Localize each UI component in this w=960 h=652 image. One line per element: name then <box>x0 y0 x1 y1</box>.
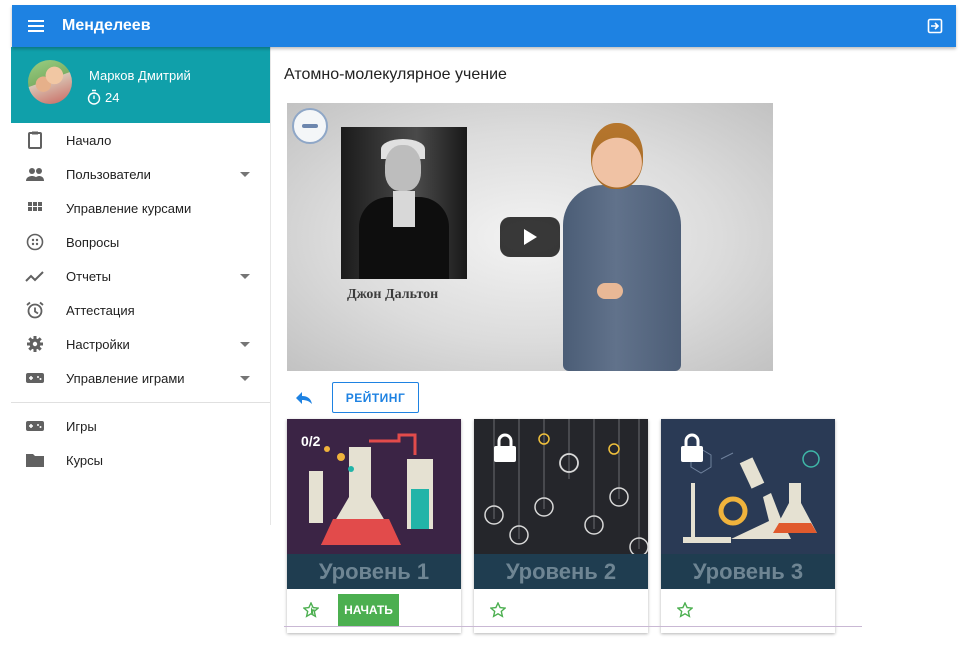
nav-item-course-management[interactable]: Управление курсами <box>11 191 270 225</box>
star-icon[interactable] <box>677 602 693 618</box>
avatar[interactable] <box>28 60 72 104</box>
nav-item-label: Игры <box>66 418 97 434</box>
score-value: 24 <box>105 89 120 105</box>
nav-item-questions[interactable]: Вопросы <box>11 225 270 259</box>
chevron-down-icon[interactable] <box>240 274 250 279</box>
nav-item-label: Управление курсами <box>66 200 192 216</box>
content-divider <box>284 626 862 627</box>
star-icon[interactable] <box>303 602 319 618</box>
nav-item-label: Настройки <box>66 336 130 352</box>
nav-item-courses[interactable]: Курсы <box>11 443 270 477</box>
nav-item-label: Отчеты <box>66 268 111 284</box>
play-icon[interactable] <box>500 217 560 257</box>
channel-logo <box>292 108 328 144</box>
gamepad-icon <box>26 373 44 383</box>
nav-item-game-management[interactable]: Управление играми <box>11 361 270 395</box>
level-card-3[interactable]: Уровень 3 <box>661 419 835 633</box>
menu-icon[interactable] <box>28 20 44 32</box>
chevron-down-icon[interactable] <box>240 376 250 381</box>
main-content: Атомно-молекулярное учение Джон Дальтон … <box>271 47 960 652</box>
level-title: Уровень 2 <box>474 554 648 589</box>
rating-button[interactable]: РЕЙТИНГ <box>332 382 419 413</box>
page-title: Атомно-молекулярное учение <box>284 66 507 83</box>
level-title: Уровень 3 <box>661 554 835 589</box>
profile-panel: Марков Дмитрий 24 <box>11 47 270 123</box>
sidebar: Марков Дмитрий 24 Начало Пользователи Уп… <box>11 47 271 525</box>
video-caption: Джон Дальтон <box>347 287 439 302</box>
user-score: 24 <box>87 89 119 105</box>
video-player[interactable]: Джон Дальтон <box>287 103 773 371</box>
nav-item-label: Начало <box>66 132 112 148</box>
trending-icon <box>25 271 44 282</box>
nav-item-label: Курсы <box>66 452 104 468</box>
presenter-image <box>557 123 687 371</box>
gear-icon <box>27 336 43 352</box>
level-title: Уровень 1 <box>287 554 461 589</box>
folder-icon <box>26 454 44 467</box>
nav-item-users[interactable]: Пользователи <box>11 157 270 191</box>
logout-icon[interactable] <box>927 18 943 34</box>
nav-divider <box>11 402 270 403</box>
lock-icon <box>681 433 703 462</box>
gamepad-icon <box>26 421 44 431</box>
chevron-down-icon[interactable] <box>240 172 250 177</box>
grid-icon <box>28 202 42 211</box>
start-button[interactable]: НАЧАТЬ <box>338 594 399 626</box>
level-progress: 0/2 <box>301 433 321 449</box>
level-card-1[interactable]: 0/2 Уровень 1 НАЧАТЬ <box>287 419 461 633</box>
main-nav: Начало Пользователи Управление курсами В… <box>11 123 270 395</box>
nav-item-label: Управление играми <box>66 370 185 386</box>
nav-item-home[interactable]: Начало <box>11 123 270 157</box>
nav-item-attestation[interactable]: Аттестация <box>11 293 270 327</box>
nav-item-games[interactable]: Игры <box>11 409 270 443</box>
nav-item-reports[interactable]: Отчеты <box>11 259 270 293</box>
level-card-2[interactable]: Уровень 2 <box>474 419 648 633</box>
nav-item-label: Аттестация <box>66 302 135 318</box>
chevron-down-icon[interactable] <box>240 342 250 347</box>
clipboard-icon <box>28 131 42 149</box>
people-icon <box>26 168 44 181</box>
secondary-nav: Игры Курсы <box>11 409 270 477</box>
user-name: Марков Дмитрий <box>89 68 191 83</box>
reply-icon[interactable] <box>295 391 313 405</box>
lock-icon <box>494 433 516 462</box>
nav-item-settings[interactable]: Настройки <box>11 327 270 361</box>
nav-item-label: Вопросы <box>66 234 120 250</box>
alarm-icon <box>26 301 44 319</box>
nav-item-label: Пользователи <box>66 166 151 182</box>
portrait-image <box>341 127 467 279</box>
app-bar: Менделеев <box>12 5 956 47</box>
star-icon[interactable] <box>490 602 506 618</box>
stopwatch-icon <box>87 89 101 105</box>
dots-circle-icon <box>26 233 44 251</box>
app-title: Менделеев <box>62 17 151 34</box>
